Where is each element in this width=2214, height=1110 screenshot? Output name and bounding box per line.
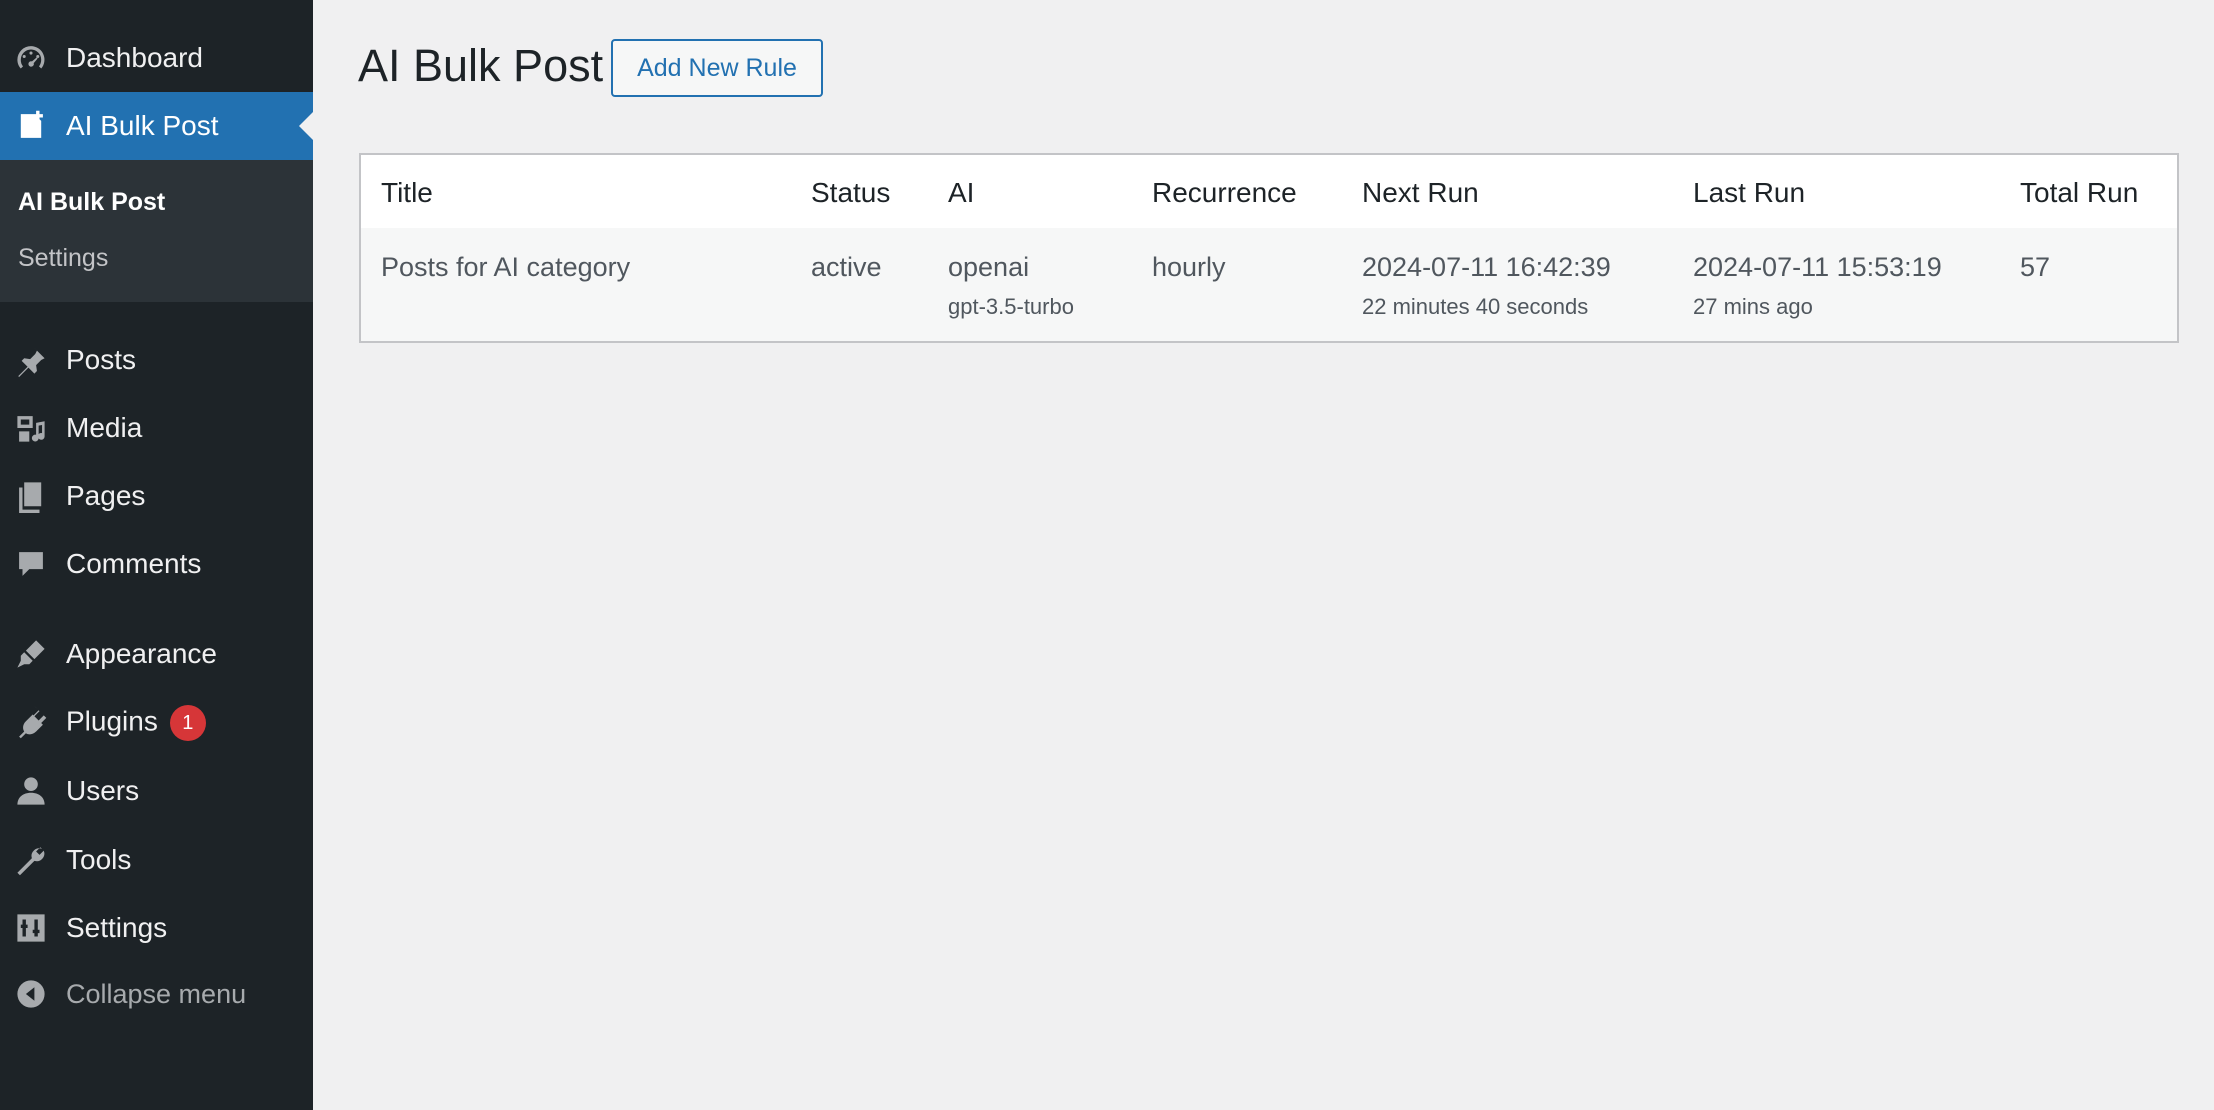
rule-ai-provider: openai xyxy=(948,252,1030,282)
sidebar-item-label: AI Bulk Post xyxy=(66,110,219,141)
column-header-title: Title xyxy=(381,177,433,208)
ai-bulk-post-submenu: AI Bulk Post Settings xyxy=(0,160,313,302)
wrench-icon xyxy=(12,841,50,879)
sidebar-item-label: Appearance xyxy=(66,638,218,669)
column-header-recurrence: Recurrence xyxy=(1152,177,1297,208)
rule-last-run: 2024-07-11 15:53:19 xyxy=(1693,252,1942,282)
sidebar-item-users[interactable]: Users xyxy=(0,757,313,825)
sidebar-item-label: Dashboard xyxy=(66,42,203,73)
rule-last-run-relative: 27 mins ago xyxy=(1693,294,1813,319)
rule-next-run: 2024-07-11 16:42:39 xyxy=(1362,252,1611,282)
rule-ai-model: gpt-3.5-turbo xyxy=(948,294,1074,319)
sidebar-item-label: Tools xyxy=(66,844,132,875)
column-header-status: Status xyxy=(811,177,891,208)
column-header-next-run: Next Run xyxy=(1362,177,1479,208)
sidebar-item-appearance[interactable]: Appearance xyxy=(0,620,313,688)
sidebar-item-label: Plugins 1 xyxy=(66,705,206,741)
pages-icon xyxy=(12,477,50,515)
table-header: Title Status AI Recurrence Next Run Last… xyxy=(361,155,2177,230)
sidebar-item-settings[interactable]: Settings xyxy=(0,894,313,962)
column-header-total-run: Total Run xyxy=(2020,177,2139,208)
rule-title: Posts for AI category xyxy=(381,252,631,282)
sidebar-item-label: Media xyxy=(66,412,143,443)
admin-sidebar: Dashboard AI Bulk Post AI Bulk Post Sett… xyxy=(0,0,313,1110)
plugin-icon xyxy=(12,704,50,742)
rule-next-run-relative: 22 minutes 40 seconds xyxy=(1362,294,1589,319)
sidebar-item-label: Pages xyxy=(66,480,146,511)
paintbrush-icon xyxy=(12,635,50,673)
sidebar-item-dashboard[interactable]: Dashboard xyxy=(0,24,313,92)
collapse-menu-button[interactable]: Collapse menu xyxy=(0,960,313,1028)
sidebar-item-label: Comments xyxy=(66,548,202,579)
settings-icon xyxy=(12,909,50,947)
rules-table: Title Status AI Recurrence Next Run Last… xyxy=(359,153,2179,343)
sidebar-item-label: Posts xyxy=(66,344,137,375)
sidebar-item-label: Users xyxy=(66,775,140,806)
table-row: Posts for AI category active openai gpt-… xyxy=(361,228,2177,341)
sidebar-item-tools[interactable]: Tools xyxy=(0,826,313,894)
sidebar-item-media[interactable]: Media xyxy=(0,394,313,462)
ai-bulk-post-icon xyxy=(12,107,50,145)
pin-icon xyxy=(12,341,50,379)
collapse-menu-label: Collapse menu xyxy=(66,978,247,1009)
column-header-last-run: Last Run xyxy=(1693,177,1806,208)
rule-status: active xyxy=(811,252,882,282)
dashboard-icon xyxy=(12,39,50,77)
page-title: AI Bulk Post xyxy=(358,40,604,91)
sidebar-item-ai-bulk-post[interactable]: AI Bulk Post xyxy=(0,92,313,160)
media-icon xyxy=(12,409,50,447)
submenu-item-settings[interactable]: Settings xyxy=(18,244,108,273)
column-header-ai: AI xyxy=(948,177,975,208)
user-icon xyxy=(12,772,50,810)
rule-total-run: 57 xyxy=(2020,252,2051,282)
sidebar-item-comments[interactable]: Comments xyxy=(0,530,313,598)
submenu-item-ai-bulk-post[interactable]: AI Bulk Post xyxy=(18,188,165,217)
add-new-rule-button[interactable]: Add New Rule xyxy=(611,39,823,97)
plugins-update-badge: 1 xyxy=(169,705,206,741)
sidebar-item-label: Settings xyxy=(66,912,168,943)
collapse-arrow-icon xyxy=(12,975,50,1013)
sidebar-item-pages[interactable]: Pages xyxy=(0,462,313,530)
comment-icon xyxy=(12,545,50,583)
sidebar-item-posts[interactable]: Posts xyxy=(0,326,313,394)
sidebar-item-plugins[interactable]: Plugins 1 xyxy=(0,689,313,757)
rule-recurrence: hourly xyxy=(1152,252,1226,282)
